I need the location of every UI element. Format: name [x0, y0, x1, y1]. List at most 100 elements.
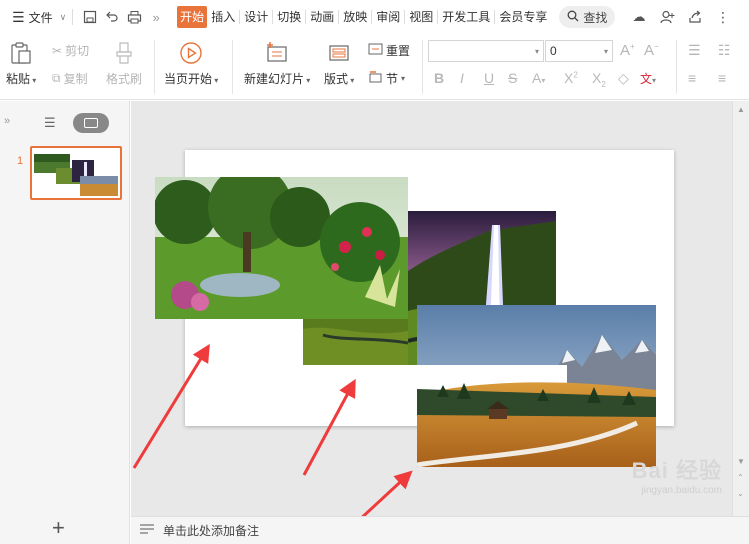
search-label: 查找: [583, 10, 608, 25]
divider: [232, 40, 233, 94]
title-tab-bar: ☰ 文件 ∨ » 开始 插入 设计 切换 动画 放映 审阅 视图 开发工具 会员…: [0, 0, 749, 34]
scroll-down-icon[interactable]: ▼: [737, 457, 745, 466]
cut-button[interactable]: ✂ 剪切: [52, 42, 89, 59]
chevron-down-icon: ▾: [603, 46, 608, 56]
reset-icon: [368, 42, 383, 59]
slide-editing-area[interactable]: Bai 经验 jingyan.baidu.com: [131, 101, 732, 516]
more-icon[interactable]: »: [145, 6, 167, 28]
clear-format-icon[interactable]: ◇: [618, 70, 629, 87]
numbered-list-icon[interactable]: ☷: [718, 42, 731, 59]
tab-member[interactable]: 会员专享: [497, 6, 549, 28]
reset-label: 重置: [386, 44, 411, 58]
thumbnail-icon: [84, 118, 98, 128]
add-user-icon[interactable]: [657, 6, 677, 28]
play-from-current-button[interactable]: 当页开始 ▾: [164, 38, 218, 87]
ribbon-home: 粘贴 ▾ ✂ 剪切 ⧉ 复制 格式刷 当页开始 ▾ 新建幻灯片 ▾ 版式 ▾ 重…: [0, 34, 749, 100]
scroll-up-icon[interactable]: ▲: [737, 105, 745, 114]
strikethrough-icon[interactable]: S: [508, 70, 517, 86]
grow-font-icon[interactable]: A+: [620, 42, 635, 59]
save-icon[interactable]: [79, 6, 101, 28]
section-button[interactable]: 节 ▾: [368, 70, 405, 87]
play-from-current-label: 当页开始: [164, 72, 213, 86]
tab-animations[interactable]: 动画: [308, 6, 336, 28]
title-right-icons: ☁ ⋮: [629, 6, 733, 28]
underline-icon[interactable]: U: [484, 70, 494, 86]
tab-developer[interactable]: 开发工具: [440, 6, 492, 28]
align-left-icon[interactable]: ≡: [688, 70, 696, 86]
cloud-sync-icon[interactable]: ☁: [629, 6, 649, 28]
align-center-icon[interactable]: ≡: [718, 70, 726, 86]
search-icon: [567, 10, 579, 25]
notes-bar[interactable]: 单击此处添加备注: [131, 516, 749, 544]
divider: [404, 10, 406, 24]
tab-insert[interactable]: 插入: [209, 6, 237, 28]
slide-thumbnail[interactable]: [30, 146, 122, 200]
slide-number: 1: [17, 155, 24, 167]
arrow-2: [302, 378, 356, 476]
layout-icon: [327, 38, 351, 68]
thumbnail-view-button[interactable]: [73, 113, 109, 133]
section-icon: [368, 70, 383, 87]
divider: [338, 10, 340, 24]
tab-view[interactable]: 视图: [407, 6, 435, 28]
tab-home[interactable]: 开始: [177, 6, 208, 28]
shrink-font-icon[interactable]: A−: [644, 42, 659, 59]
slides-panel: » ☰ 1 +: [0, 101, 130, 544]
add-slide-button[interactable]: +: [52, 515, 65, 541]
page-down-icon[interactable]: ⌄: [737, 489, 744, 498]
reset-button[interactable]: 重置: [368, 42, 410, 59]
tab-review[interactable]: 审阅: [374, 6, 402, 28]
divider: [494, 10, 496, 24]
divider: [72, 9, 74, 25]
layout-button[interactable]: 版式 ▾: [324, 38, 354, 87]
watermark-title: Bai 经验: [631, 458, 722, 483]
watermark-url: jingyan.baidu.com: [641, 485, 722, 496]
search-button[interactable]: 查找: [559, 6, 616, 28]
paste-button[interactable]: 粘贴 ▾: [6, 38, 36, 87]
ribbon-tabs: 开始 插入 设计 切换 动画 放映 审阅 视图 开发工具 会员专享: [177, 6, 549, 28]
chevron-down-icon: ∨: [59, 11, 67, 22]
divider: [154, 40, 155, 94]
tab-design[interactable]: 设计: [242, 6, 270, 28]
page-up-icon[interactable]: ⌃: [737, 473, 744, 482]
clipboard-icon: [10, 38, 32, 68]
subscript-icon[interactable]: X2: [592, 70, 606, 89]
font-size-combo[interactable]: 0 ▾: [545, 40, 613, 62]
copy-button[interactable]: ⧉ 复制: [52, 70, 88, 87]
italic-icon[interactable]: I: [460, 70, 464, 86]
divider: [305, 10, 307, 24]
arrow-3: [361, 470, 413, 516]
cut-label: 剪切: [65, 44, 90, 58]
phonetic-icon[interactable]: 文▾: [640, 70, 656, 87]
tab-slideshow[interactable]: 放映: [341, 6, 369, 28]
print-icon[interactable]: [123, 6, 145, 28]
new-slide-icon: [264, 38, 290, 68]
vertical-scrollbar[interactable]: ▲ ▼ ⌃ ⌄: [732, 101, 749, 516]
undo-icon[interactable]: [101, 6, 123, 28]
notes-placeholder[interactable]: 单击此处添加备注: [163, 522, 259, 539]
divider: [239, 10, 241, 24]
font-name-combo[interactable]: ▾: [428, 40, 544, 62]
superscript-icon[interactable]: X2: [564, 70, 578, 86]
file-menu-label: 文件: [28, 10, 53, 25]
share-icon[interactable]: [685, 6, 705, 28]
copy-label: 复制: [63, 72, 88, 86]
bullet-list-icon[interactable]: ☰: [688, 42, 701, 59]
paste-label: 粘贴: [6, 72, 31, 86]
tab-transitions[interactable]: 切换: [275, 6, 303, 28]
bold-icon[interactable]: B: [434, 70, 444, 86]
divider: [272, 10, 274, 24]
notes-icon: [139, 523, 155, 538]
collapse-panel-icon[interactable]: »: [4, 115, 10, 127]
more-options-icon[interactable]: ⋮: [713, 6, 733, 28]
file-menu[interactable]: ☰ 文件 ∨: [0, 0, 66, 34]
font-color-icon[interactable]: A▾: [532, 70, 545, 86]
divider: [676, 40, 677, 94]
chevron-down-icon: ▾: [534, 46, 539, 56]
copy-icon: ⧉: [52, 71, 61, 85]
divider: [371, 10, 373, 24]
new-slide-button[interactable]: 新建幻灯片 ▾: [244, 38, 310, 87]
format-painter-button[interactable]: 格式刷: [106, 38, 142, 87]
hamburger-icon: ☰: [12, 8, 25, 25]
outline-view-icon[interactable]: ☰: [44, 115, 56, 131]
